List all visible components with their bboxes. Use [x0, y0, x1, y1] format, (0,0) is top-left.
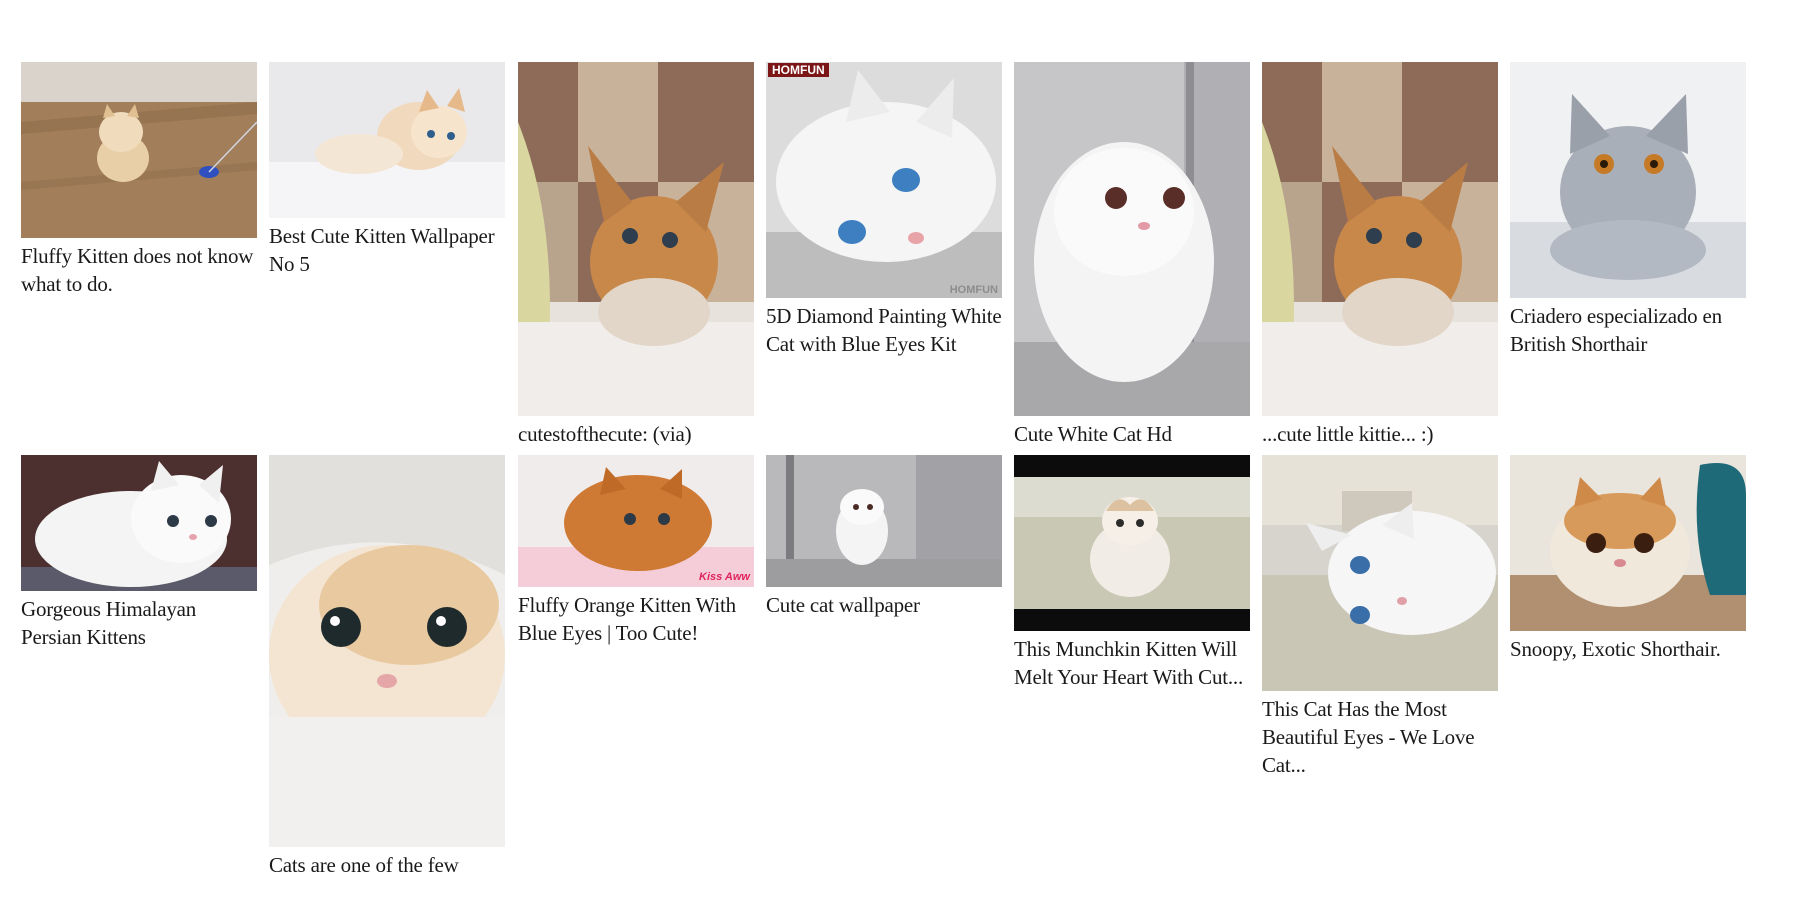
result-caption[interactable]: This Munchkin Kitten Will Melt Your Hear… [1014, 635, 1250, 691]
result-card[interactable]: cutestofthecute: (via) [518, 62, 754, 448]
kitten-photo-icon[interactable] [21, 62, 257, 238]
result-card[interactable]: Best Cute Kitten Wallpaper No 5 [269, 62, 505, 278]
white-cat-photo-icon[interactable] [766, 455, 1002, 587]
result-caption[interactable]: Cute cat wallpaper [766, 591, 1002, 619]
result-caption[interactable]: Gorgeous Himalayan Persian Kittens [21, 595, 257, 651]
white-kitten-photo-icon[interactable] [21, 455, 257, 591]
result-card[interactable]: Fluffy Kitten does not know what to do. [21, 62, 257, 298]
white-cat-photo-icon[interactable]: HOMFUN HOMFUN [766, 62, 1002, 298]
result-caption[interactable]: Fluffy Orange Kitten With Blue Eyes | To… [518, 591, 754, 647]
result-card[interactable]: Snoopy, Exotic Shorthair. [1510, 455, 1746, 663]
source-logo-badge: HOMFUN [768, 63, 829, 77]
result-caption[interactable]: cutestofthecute: (via) [518, 420, 754, 448]
image-results-grid: Fluffy Kitten does not know what to do. … [0, 0, 1815, 911]
kitten-face-photo-icon[interactable] [269, 455, 505, 847]
result-caption[interactable]: Criadero especializado en British Shorth… [1510, 302, 1746, 358]
kitten-photo-icon[interactable] [1262, 62, 1498, 416]
result-caption[interactable]: Fluffy Kitten does not know what to do. [21, 242, 257, 298]
result-card[interactable]: Gorgeous Himalayan Persian Kittens [21, 455, 257, 651]
white-cat-photo-icon[interactable] [1014, 62, 1250, 416]
result-card[interactable]: This Munchkin Kitten Will Melt Your Hear… [1014, 455, 1250, 691]
result-card[interactable]: This Cat Has the Most Beautiful Eyes - W… [1262, 455, 1498, 779]
munchkin-kitten-photo-icon[interactable] [1014, 455, 1250, 631]
grey-cat-photo-icon[interactable] [1510, 62, 1746, 298]
source-watermark: Kiss Aww [699, 571, 750, 583]
result-caption[interactable]: Cute White Cat Hd [1014, 420, 1250, 448]
result-card[interactable]: Cats are one of the few [269, 455, 505, 879]
result-caption[interactable]: This Cat Has the Most Beautiful Eyes - W… [1262, 695, 1498, 779]
kitten-photo-icon[interactable] [518, 62, 754, 416]
result-caption[interactable]: Snoopy, Exotic Shorthair. [1510, 635, 1746, 663]
result-card[interactable]: Kiss Aww Fluffy Orange Kitten With Blue … [518, 455, 754, 647]
result-caption[interactable]: 5D Diamond Painting White Cat with Blue … [766, 302, 1002, 358]
result-caption[interactable]: Best Cute Kitten Wallpaper No 5 [269, 222, 505, 278]
result-card[interactable]: Cute cat wallpaper [766, 455, 1002, 619]
result-card[interactable]: ...cute little kittie... :) [1262, 62, 1498, 448]
kitten-photo-icon[interactable] [269, 62, 505, 218]
white-cat-photo-icon[interactable] [1262, 455, 1498, 691]
source-watermark: HOMFUN [949, 284, 998, 296]
orange-kitten-photo-icon[interactable]: Kiss Aww [518, 455, 754, 587]
result-card[interactable]: Cute White Cat Hd [1014, 62, 1250, 448]
result-card[interactable]: HOMFUN HOMFUN 5D Diamond Painting White … [766, 62, 1002, 358]
result-card[interactable]: Criadero especializado en British Shorth… [1510, 62, 1746, 358]
result-caption[interactable]: ...cute little kittie... :) [1262, 420, 1498, 448]
exotic-cat-photo-icon[interactable] [1510, 455, 1746, 631]
result-caption[interactable]: Cats are one of the few [269, 851, 505, 879]
